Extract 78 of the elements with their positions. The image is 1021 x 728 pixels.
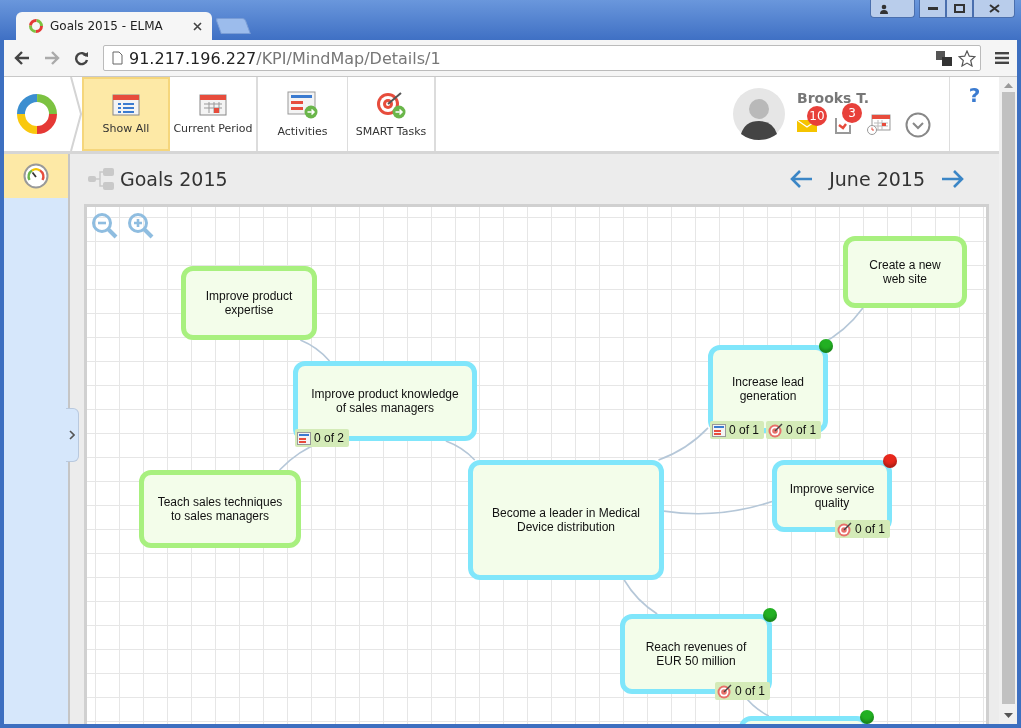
goal-node[interactable]: Become a leader in Medical Device distribution [468, 460, 664, 580]
goal-title: Teach sales techniques to sales managers [156, 495, 284, 523]
scroll-down-icon[interactable] [1003, 713, 1013, 718]
translate-icon[interactable] [936, 50, 952, 66]
goal-title: Become a leader in Medical Device distribution [490, 506, 642, 534]
message-count: 10 [807, 105, 827, 126]
forward-icon[interactable] [44, 51, 60, 65]
toolbar-button[interactable]: Show All [82, 77, 170, 151]
browser-tab[interactable]: Goals 2015 - ELMA [16, 12, 212, 40]
profile-button[interactable] [870, 0, 915, 18]
menu-icon[interactable] [995, 52, 1009, 64]
address-bar[interactable]: 91.217.196.227/KPI/MindMap/Details/1 [103, 45, 981, 71]
user-name[interactable]: Brooks T. [797, 90, 931, 106]
goal-node[interactable]: Teach sales techniques to sales managers [139, 470, 301, 548]
goal-node[interactable]: Create a new web site [843, 236, 967, 308]
goal-title: Create a new web site [868, 258, 942, 286]
gauge-icon [23, 163, 49, 189]
progress-badge[interactable]: 0 of 1 [714, 682, 770, 700]
task-checkbox-icon[interactable] [833, 115, 853, 135]
calendar-clock-icon[interactable] [867, 114, 891, 136]
star-icon[interactable] [958, 49, 976, 67]
scroll-up-icon[interactable] [1003, 83, 1013, 88]
connector-line [623, 579, 658, 615]
minimize-button[interactable] [919, 0, 946, 18]
goal-title: Increase lead generation [730, 375, 805, 403]
scrollbar-thumb[interactable] [1001, 92, 1015, 704]
back-icon[interactable] [14, 51, 30, 65]
period-label: June 2015 [829, 168, 925, 190]
maximize-icon [954, 4, 965, 13]
progress-badge[interactable]: 0 of 2 [295, 429, 350, 447]
new-tab-button[interactable] [215, 18, 251, 34]
reload-icon[interactable] [74, 50, 89, 66]
help-link[interactable]: ? [968, 83, 981, 107]
goal-title: Improve service quality [788, 482, 876, 510]
connector-line [657, 427, 709, 461]
goal-title: Improve product expertise [204, 289, 294, 317]
list-icon [112, 93, 140, 116]
goal-title: Improve product knowledge of sales managers [310, 387, 460, 415]
arrow-left-icon[interactable] [789, 169, 814, 189]
connector-line [299, 339, 331, 362]
progress-badge[interactable]: 0 of 1 [834, 520, 890, 538]
cycle-logo-icon [14, 91, 60, 137]
connector-line [445, 440, 476, 461]
progress-badge[interactable]: 0 of 1 [766, 421, 822, 439]
toolbar-button[interactable]: Activities [258, 77, 348, 151]
calendar-icon [199, 93, 227, 116]
close-icon [988, 4, 1000, 13]
target-icon [836, 521, 852, 537]
toolbar-button[interactable]: Current Period [170, 77, 258, 151]
sidebar-toggle[interactable] [66, 408, 79, 462]
tree-icon [88, 168, 114, 190]
close-button[interactable] [973, 0, 1015, 18]
scrollbar[interactable] [999, 77, 1017, 724]
toolbar-button[interactable]: SMART Tasks [348, 77, 436, 151]
activities-icon [286, 90, 319, 119]
tab-title: Goals 2015 - ELMA [50, 19, 164, 33]
maximize-button[interactable] [946, 0, 973, 18]
task-count: 3 [842, 103, 862, 123]
page-icon [112, 51, 123, 65]
logo-icon [28, 18, 44, 34]
target-icon [768, 422, 784, 438]
person-icon [878, 3, 889, 14]
sidebar-item[interactable] [4, 154, 68, 198]
page-title: Goals 2015 [120, 168, 228, 190]
target-icon [375, 90, 407, 119]
progress-badge[interactable]: 0 of 1 [710, 421, 765, 439]
avatar-silhouette[interactable] [733, 88, 785, 140]
close-icon[interactable] [193, 21, 202, 31]
url-text: 91.217.196.227/KPI/MindMap/Details/1 [129, 48, 442, 68]
chevron-down-circle-icon[interactable] [905, 112, 931, 138]
goal-title: Reach revenues of EUR 50 million [644, 640, 748, 668]
target-icon [716, 683, 732, 699]
arrow-right-icon[interactable] [941, 169, 965, 189]
activities-icon [297, 431, 311, 445]
chevron-right-icon [69, 430, 75, 440]
minimize-icon [927, 6, 938, 11]
activities-icon [712, 423, 726, 437]
goal-node[interactable]: Improve product expertise [181, 266, 317, 340]
